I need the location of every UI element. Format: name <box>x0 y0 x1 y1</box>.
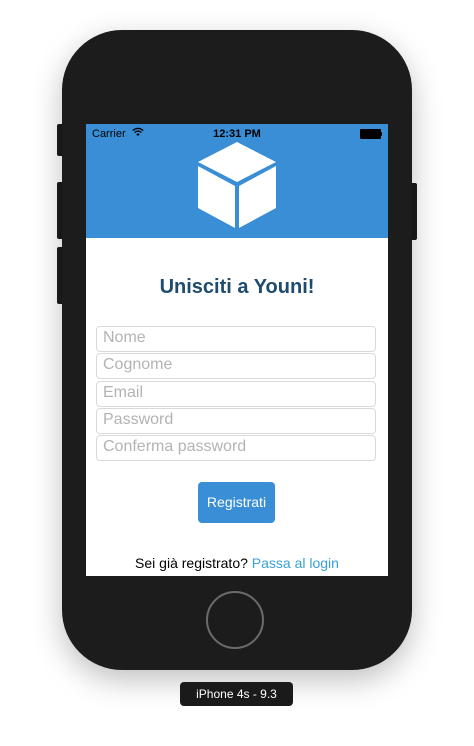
home-button[interactable] <box>206 591 264 649</box>
app-screen: Carrier 12:31 PM Unisciti a Youni! Nome <box>86 124 388 576</box>
first-name-field[interactable]: Nome <box>96 326 376 352</box>
register-button[interactable]: Registrati <box>198 482 275 523</box>
last-name-field[interactable]: Cognome <box>96 353 376 379</box>
page-title: Unisciti a Youni! <box>159 276 315 298</box>
password-field[interactable]: Password <box>96 408 376 434</box>
device-label: iPhone 4s - 9.3 <box>180 682 293 706</box>
login-link[interactable]: Passa al login <box>252 555 339 571</box>
battery-icon <box>360 129 382 139</box>
header-banner: Carrier 12:31 PM <box>86 124 388 238</box>
login-prompt: Sei già registrato? Passa al login <box>86 555 388 571</box>
cube-icon <box>192 138 282 235</box>
email-field[interactable]: Email <box>96 381 376 407</box>
login-prompt-text: Sei già registrato? <box>135 555 248 571</box>
confirm-password-field[interactable]: Conferma password <box>96 435 376 461</box>
